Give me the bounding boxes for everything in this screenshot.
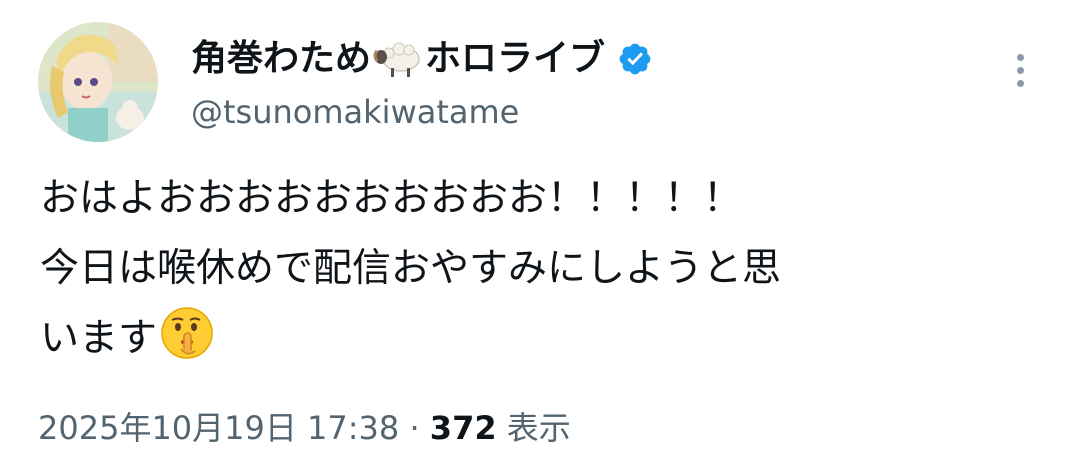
more-vertical-icon: [1016, 53, 1024, 61]
tweet-line-2: 今日は喉休めで配信おやすみにしようと思: [40, 246, 782, 291]
views-label: 表示: [506, 409, 571, 447]
avatar[interactable]: [38, 22, 158, 142]
verified-badge-icon[interactable]: [617, 41, 653, 77]
author-org-name: ホロライブ: [425, 38, 606, 79]
more-vertical-icon-dot-3: [1016, 79, 1024, 87]
more-vertical-icon-dot-2: [1016, 66, 1024, 74]
sheep-icon: [373, 39, 423, 79]
author-display-name: 角巻わため: [191, 38, 372, 79]
author-handle[interactable]: @tsunomakiwatame: [191, 88, 519, 136]
more-options-button[interactable]: [1000, 46, 1040, 94]
tweet-timestamp[interactable]: 2025年10月19日 17:38: [38, 409, 399, 447]
author-name-row[interactable]: 角巻わため ホロライブ: [191, 30, 653, 88]
shushing-face-icon: [159, 305, 215, 361]
meta-separator: ·: [409, 409, 420, 447]
tweet-line-3-text: います: [40, 316, 158, 361]
tweet-meta: 2025年10月19日 17:38 · 372 表示: [38, 402, 571, 454]
views-count: 372: [429, 409, 497, 447]
tweet-line-1: おはよおおおおおおおおおお！！！！！: [40, 176, 743, 221]
tweet-line-3: います: [40, 304, 1050, 374]
tweet-text: おはよおおおおおおおおおお！！！！！ 今日は喉休めで配信おやすみにしようと思 い…: [40, 164, 1050, 374]
